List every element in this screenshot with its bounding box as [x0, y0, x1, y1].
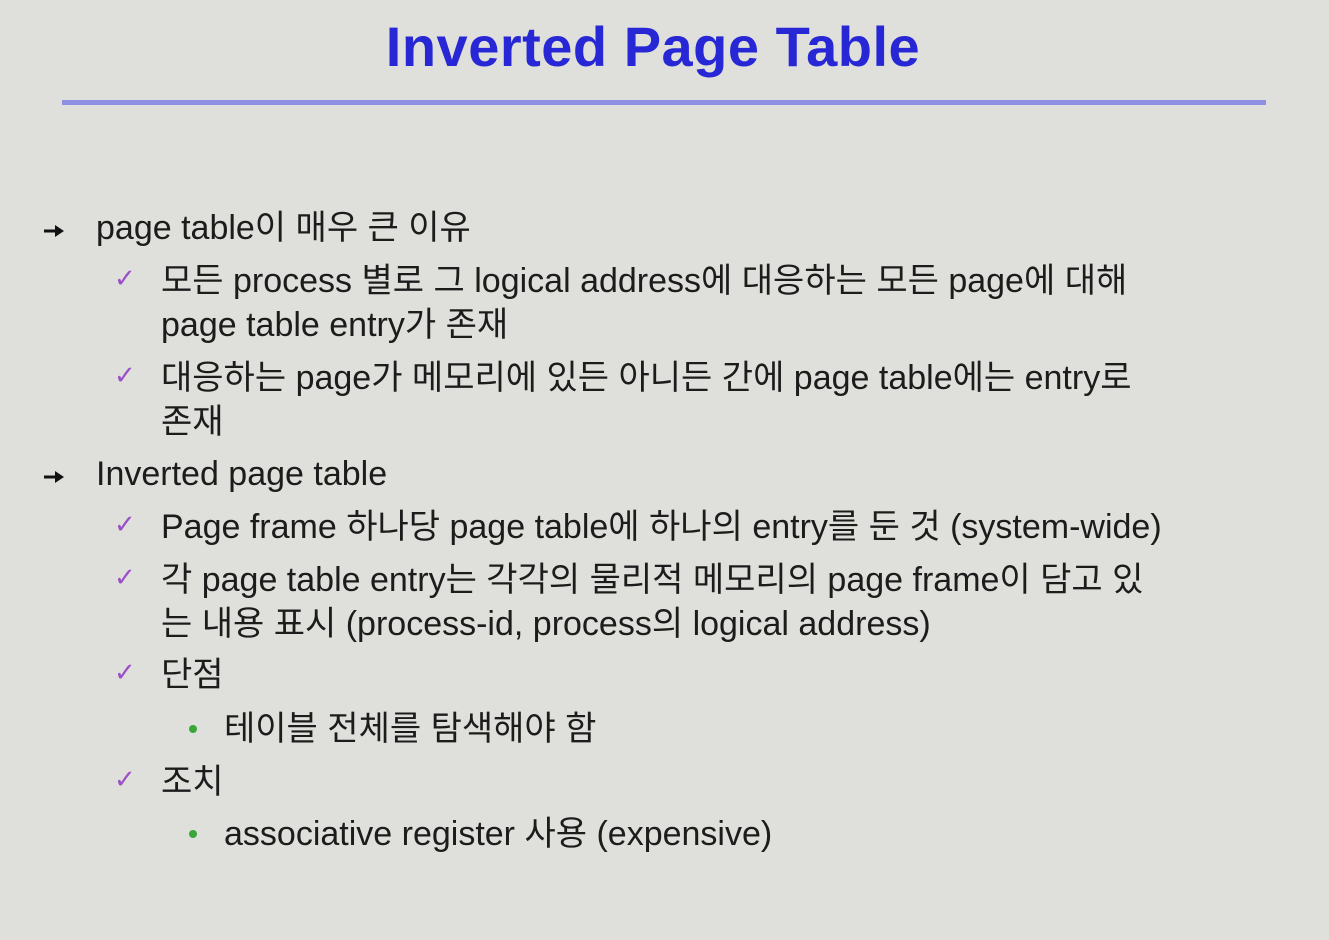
checkmark-icon: ✓ [114, 509, 136, 539]
arrow-icon [44, 471, 64, 483]
checkmark-icon: ✓ [114, 657, 136, 687]
sub-list-item: associative register 사용 (expensive) [224, 815, 773, 853]
sub-list-item: 테이블 전체를 탐색해야 함 [224, 710, 597, 748]
checkmark-icon: ✓ [114, 764, 136, 794]
title-divider [62, 100, 1266, 105]
list-item-line: page table entry가 존재 [161, 306, 509, 344]
list-item-line: 모든 process 별로 그 logical address에 대응하는 모든… [161, 262, 1128, 300]
checkmark-icon: ✓ [114, 360, 136, 390]
checkmark-icon: ✓ [114, 263, 136, 293]
section-heading: Inverted page table [96, 455, 388, 493]
slide-title: Inverted Page Table [385, 15, 921, 78]
list-item-line: 단점 [161, 656, 224, 694]
list-item-line: 는 내용 표시 (process-id, process의 logical ad… [161, 605, 931, 643]
list-item-line: 조치 [161, 763, 224, 801]
arrow-icon [44, 225, 64, 237]
list-item-line: Page frame 하나당 page table에 하나의 entry를 둔 … [161, 508, 1162, 546]
section-heading: page table이 매우 큰 이유 [96, 209, 471, 247]
list-item-line: 각 page table entry는 각각의 물리적 메모리의 page fr… [161, 561, 1144, 599]
bullet-dot-icon [189, 725, 197, 733]
bullet-dot-icon [189, 830, 197, 838]
checkmark-icon: ✓ [114, 562, 136, 592]
list-item-line: 대응하는 page가 메모리에 있든 아니든 간에 page table에는 e… [161, 359, 1132, 397]
list-item-line: 존재 [161, 403, 224, 441]
